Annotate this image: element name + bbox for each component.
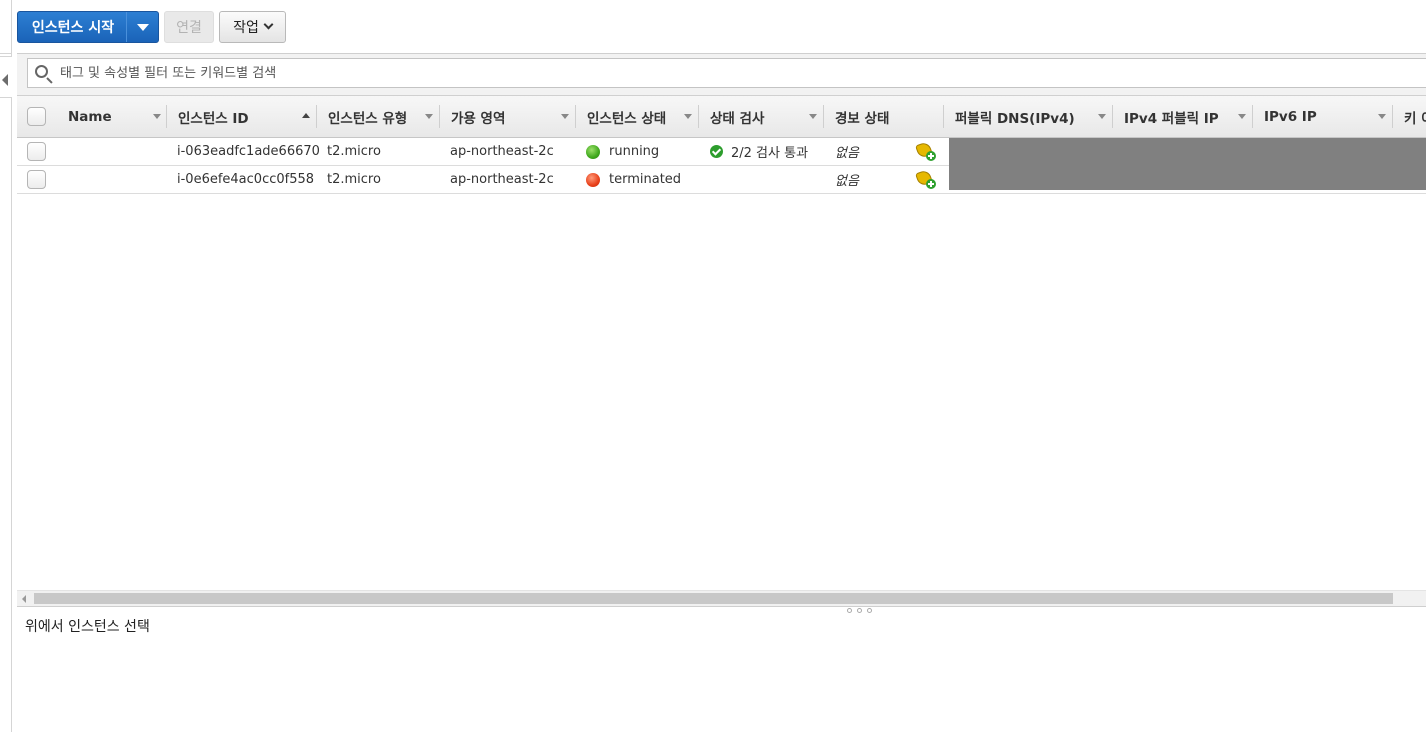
cell-instance-type: t2.micro xyxy=(327,172,381,187)
sort-arrow-icon[interactable] xyxy=(1098,114,1106,119)
column-label: 인스턴스 ID xyxy=(178,110,249,127)
row-checkbox[interactable] xyxy=(27,142,46,161)
column-label: 퍼블릭 DNS(IPv4) xyxy=(955,110,1075,127)
column-header-alarm-status[interactable]: 경보 상태 xyxy=(824,96,944,137)
cell-alarm-status: 없음 xyxy=(835,174,859,189)
column-label: 인스턴스 상태 xyxy=(587,110,667,127)
column-header-ipv4-public-ip[interactable]: IPv4 퍼블릭 IP xyxy=(1113,96,1253,137)
column-label: IPv4 퍼블릭 IP xyxy=(1124,110,1219,127)
sort-arrow-icon[interactable] xyxy=(153,114,161,119)
sort-arrow-icon[interactable] xyxy=(684,114,692,119)
column-header-key-name[interactable]: 키 이 xyxy=(1393,96,1426,137)
search-icon xyxy=(28,59,58,87)
cell-availability-zone: ap-northeast-2c xyxy=(450,144,554,159)
cell-instance-state: terminated xyxy=(586,166,681,193)
column-header-instance-id[interactable]: 인스턴스 ID xyxy=(167,96,317,137)
column-label: 상태 검사 xyxy=(710,110,765,127)
column-header-status-check[interactable]: 상태 검사 xyxy=(699,96,824,137)
create-alarm-icon[interactable] xyxy=(915,169,936,189)
column-header-ipv6-ip[interactable]: IPv6 IP xyxy=(1253,96,1393,137)
column-header-name[interactable]: Name xyxy=(57,96,167,137)
column-header-public-dns[interactable]: 퍼블릭 DNS(IPv4) xyxy=(944,96,1113,137)
column-label: 인스턴스 유형 xyxy=(328,110,408,127)
cell-alarm-status: 없음 xyxy=(835,146,859,161)
sort-arrow-icon[interactable] xyxy=(425,114,433,119)
panel-splitter[interactable] xyxy=(17,606,1426,607)
state-label: terminated xyxy=(609,172,682,187)
column-header-instance-type[interactable]: 인스턴스 유형 xyxy=(317,96,440,137)
column-label: Name xyxy=(68,108,112,125)
status-check-label: 2/2 검사 통과 xyxy=(731,146,809,161)
nav-rail-top xyxy=(0,0,12,54)
column-label: 가용 영역 xyxy=(451,110,506,127)
scrollbar-thumb[interactable] xyxy=(34,593,1393,604)
check-passed-icon xyxy=(710,145,723,158)
scroll-left-icon[interactable] xyxy=(22,595,26,603)
sort-ascending-icon[interactable] xyxy=(302,113,310,118)
search-input[interactable] xyxy=(58,60,1426,86)
redacted-area xyxy=(949,138,1426,190)
cell-instance-id: i-0e6efe4ac0cc0f558 xyxy=(177,172,315,187)
sort-arrow-icon[interactable] xyxy=(561,114,569,119)
cell-availability-zone: ap-northeast-2c xyxy=(450,172,554,187)
search-box[interactable] xyxy=(27,58,1426,88)
table-header: Name 인스턴스 ID 인스턴스 유형 가용 영역 인스턴스 상태 상태 검사… xyxy=(17,95,1426,138)
cell-status-check: 2/2 검사 통과 xyxy=(710,138,808,165)
row-checkbox[interactable] xyxy=(27,170,46,189)
sort-arrow-icon[interactable] xyxy=(809,114,817,119)
launch-instance-button[interactable]: 인스턴스 시작 xyxy=(17,11,159,43)
collapse-arrow-icon[interactable] xyxy=(2,74,8,86)
column-header-instance-state[interactable]: 인스턴스 상태 xyxy=(576,96,699,137)
terminated-status-icon xyxy=(586,172,600,187)
caret-down-icon xyxy=(136,23,149,31)
launch-instance-dropdown[interactable] xyxy=(126,12,158,42)
cell-instance-id: i-063eadfc1ade66670 xyxy=(177,144,320,159)
cell-instance-state: running xyxy=(586,138,659,165)
cell-instance-type: t2.micro xyxy=(327,144,381,159)
horizontal-scrollbar[interactable] xyxy=(17,590,1426,606)
connect-button: 연결 xyxy=(164,11,214,43)
detail-panel-message: 위에서 인스턴스 선택 xyxy=(25,619,150,635)
select-all-checkbox[interactable] xyxy=(27,107,46,126)
chevron-down-icon xyxy=(263,19,274,30)
column-label: 키 이 xyxy=(1404,110,1426,127)
nav-rail xyxy=(0,0,12,732)
actions-label: 작업 xyxy=(233,20,259,36)
resize-grip-icon[interactable] xyxy=(847,608,872,613)
state-label: running xyxy=(609,144,660,159)
column-label: 경보 상태 xyxy=(835,110,890,127)
launch-instance-label[interactable]: 인스턴스 시작 xyxy=(18,12,126,42)
sort-arrow-icon[interactable] xyxy=(1378,114,1386,119)
column-header-availability-zone[interactable]: 가용 영역 xyxy=(440,96,576,137)
actions-button[interactable]: 작업 xyxy=(219,11,286,43)
column-label: IPv6 IP xyxy=(1264,108,1317,125)
sort-arrow-icon[interactable] xyxy=(1238,114,1246,119)
running-status-icon xyxy=(586,144,600,159)
create-alarm-icon[interactable] xyxy=(915,141,936,161)
